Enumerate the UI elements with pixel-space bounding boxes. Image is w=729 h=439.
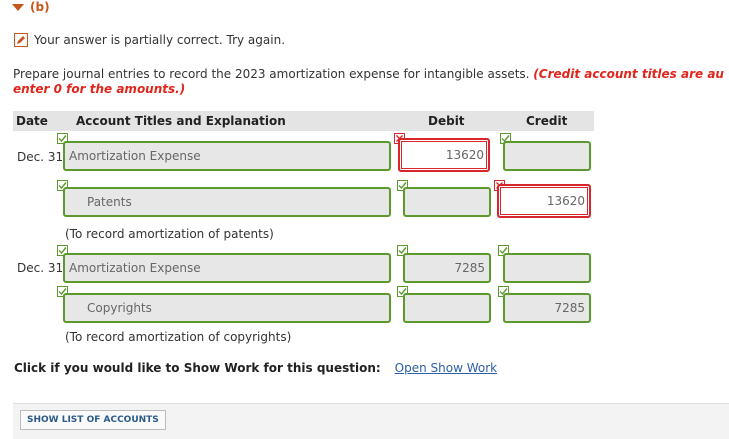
header-credit: Credit — [526, 114, 568, 128]
debit-account-value: Amortization Expense — [69, 261, 201, 275]
debit-amount-value: 13620 — [445, 148, 484, 162]
prompt-note-continued: enter 0 for the amounts.) — [13, 82, 186, 96]
credit-amount-field[interactable]: 13620 — [497, 184, 591, 218]
debit-amount-field[interactable]: 7285 — [403, 253, 491, 283]
journal-table-header: Date Account Titles and Explanation Debi… — [13, 111, 594, 131]
prompt-note: (Credit account titles are au — [533, 67, 724, 81]
entry-date: Dec. 31 — [17, 261, 64, 275]
credit-amount-field-empty[interactable] — [503, 141, 591, 171]
collapse-triangle-icon[interactable] — [12, 3, 24, 11]
partially-correct-icon — [14, 33, 28, 47]
credit-account-field[interactable]: Copyrights — [63, 293, 391, 323]
debit-amount-value: 7285 — [454, 261, 485, 275]
credit-account-value: Copyrights — [87, 301, 152, 315]
part-label: (b) — [30, 0, 50, 14]
credit-amount-value: 7285 — [554, 301, 585, 315]
debit-account-field[interactable]: Amortization Expense — [63, 253, 391, 283]
debit-account-value: Amortization Expense — [69, 149, 201, 163]
debit-amount-field-empty[interactable] — [403, 187, 491, 217]
debit-amount-field[interactable]: 13620 — [398, 138, 490, 172]
show-work-prompt: Click if you would like to Show Work for… — [14, 361, 381, 375]
credit-account-value: Patents — [87, 195, 132, 209]
debit-account-field[interactable]: Amortization Expense — [63, 141, 391, 171]
status-message: Your answer is partially correct. Try ag… — [14, 33, 285, 47]
header-debit: Debit — [428, 114, 465, 128]
status-text: Your answer is partially correct. Try ag… — [34, 33, 286, 47]
credit-amount-field-empty[interactable] — [503, 253, 591, 283]
debit-amount-field-empty[interactable] — [403, 293, 491, 323]
credit-account-field[interactable]: Patents — [63, 187, 391, 217]
question-prompt: Prepare journal entries to record the 20… — [13, 67, 729, 97]
credit-amount-field[interactable]: 7285 — [503, 293, 591, 323]
credit-amount-value: 13620 — [546, 194, 585, 208]
entry-date: Dec. 31 — [17, 150, 64, 164]
open-show-work-link[interactable]: Open Show Work — [395, 361, 497, 375]
entry-memo: (To record amortization of patents) — [65, 227, 274, 241]
entry-memo: (To record amortization of copyrights) — [65, 330, 292, 344]
header-date: Date — [16, 114, 48, 128]
show-work-row: Click if you would like to Show Work for… — [14, 361, 497, 375]
footer-bar: SHOW LIST OF ACCOUNTS — [13, 403, 729, 439]
part-header[interactable]: (b) — [12, 0, 50, 14]
header-account: Account Titles and Explanation — [76, 114, 286, 128]
prompt-text: Prepare journal entries to record the 20… — [13, 67, 534, 81]
show-list-of-accounts-button[interactable]: SHOW LIST OF ACCOUNTS — [20, 410, 166, 430]
